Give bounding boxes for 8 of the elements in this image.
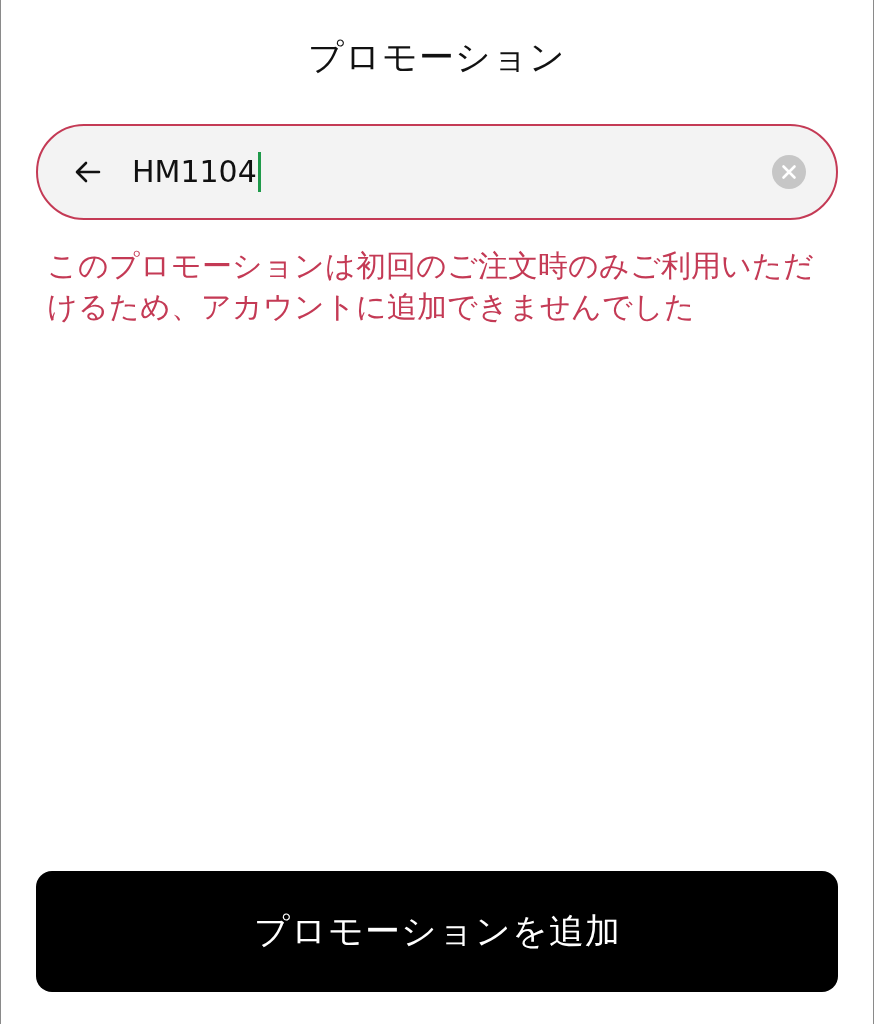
back-arrow-icon [75, 161, 101, 183]
add-promotion-button[interactable]: プロモーションを追加 [36, 871, 838, 992]
promo-code-field[interactable]: HM1104 [36, 124, 838, 220]
error-message: このプロモーションは初回のご注文時のみご利用いただけるため、アカウントに追加できませんでした [47, 248, 815, 326]
clear-icon [772, 155, 806, 189]
page-title: プロモーション [308, 36, 566, 79]
promo-code-text: HM1104 [132, 153, 257, 191]
back-button[interactable] [74, 160, 102, 184]
